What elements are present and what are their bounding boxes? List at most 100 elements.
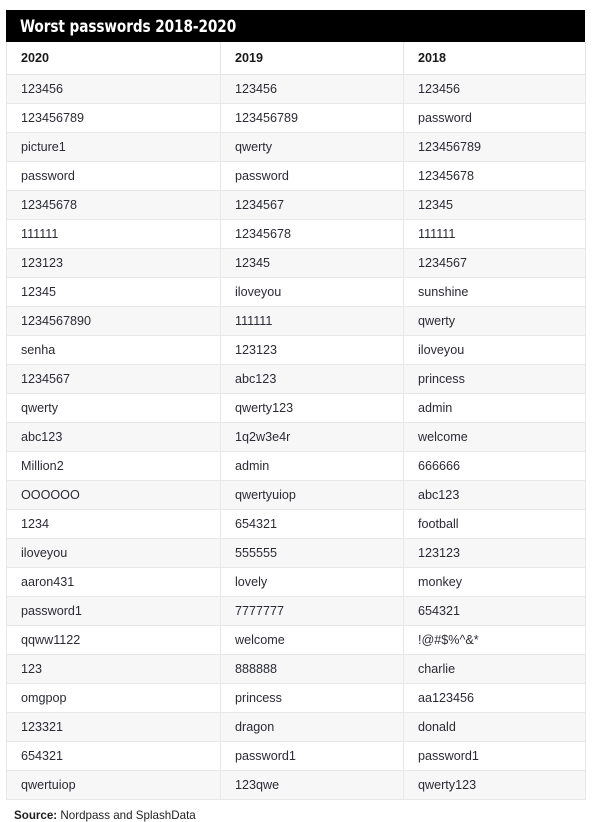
cell-2020: 1234 <box>6 509 221 539</box>
source-text: Nordpass and SplashData <box>57 809 196 822</box>
cell-2020: password1 <box>6 596 221 626</box>
source-note: Source: Nordpass and SplashData <box>6 809 585 822</box>
cell-2019: 654321 <box>220 509 404 539</box>
cell-2019: qwerty123 <box>220 393 404 423</box>
cell-2018: admin <box>403 393 586 423</box>
cell-2018: sunshine <box>403 277 586 307</box>
cell-2019: qwerty <box>220 132 404 162</box>
table-header: 2020 2019 2018 <box>6 42 586 75</box>
table-row: 123123 12345 1234567 <box>6 248 586 278</box>
cell-2019: abc123 <box>220 364 404 394</box>
cell-2020: password <box>6 161 221 191</box>
cell-2018: aa123456 <box>403 683 586 713</box>
cell-2019: password <box>220 161 404 191</box>
cell-2018: 1234567 <box>403 248 586 278</box>
cell-2020: 123456789 <box>6 103 221 133</box>
cell-2020: 654321 <box>6 741 221 771</box>
cell-2019: 123123 <box>220 335 404 365</box>
table-row: 123456789 123456789 password <box>6 103 586 133</box>
source-label: Source: <box>14 809 58 822</box>
cell-2018: 12345678 <box>403 161 586 191</box>
cell-2019: 111111 <box>220 306 404 336</box>
column-header-2018: 2018 <box>403 42 586 75</box>
cell-2019: 1q2w3e4r <box>220 422 404 452</box>
cell-2020: Million2 <box>6 451 221 481</box>
cell-2019: 123456 <box>220 74 404 104</box>
cell-2018: !@#$%^&* <box>403 625 586 655</box>
cell-2019: lovely <box>220 567 404 597</box>
cell-2020: 12345 <box>6 277 221 307</box>
cell-2018: charlie <box>403 654 586 684</box>
cell-2019: 12345678 <box>220 219 404 249</box>
table-row: 1234567890 111111 qwerty <box>6 306 586 336</box>
table-row: qqww1122 welcome !@#$%^&* <box>6 625 586 655</box>
cell-2019: princess <box>220 683 404 713</box>
cell-2020: 1234567890 <box>6 306 221 336</box>
table-row: 12345678 1234567 12345 <box>6 190 586 220</box>
table-row: password password 12345678 <box>6 161 586 191</box>
cell-2019: 888888 <box>220 654 404 684</box>
table-row: 123321 dragon donald <box>6 712 586 742</box>
table-row: 123 888888 charlie <box>6 654 586 684</box>
cell-2018: password1 <box>403 741 586 771</box>
table-row: OOOOOO qwertyuiop abc123 <box>6 480 586 510</box>
cell-2018: monkey <box>403 567 586 597</box>
cell-2020: picture1 <box>6 132 221 162</box>
cell-2018: qwerty123 <box>403 770 586 800</box>
cell-2020: 123 <box>6 654 221 684</box>
cell-2018: 111111 <box>403 219 586 249</box>
page-title: Worst passwords 2018-2020 <box>20 16 237 36</box>
cell-2020: aaron431 <box>6 567 221 597</box>
worst-passwords-table: 2020 2019 2018 123456 123456 123456 1234… <box>6 42 586 800</box>
table-header-row: 2020 2019 2018 <box>6 42 586 75</box>
cell-2019: qwertyuiop <box>220 480 404 510</box>
table-row: 123456 123456 123456 <box>6 74 586 104</box>
cell-2020: 111111 <box>6 219 221 249</box>
cell-2018: 123123 <box>403 538 586 568</box>
cell-2019: password1 <box>220 741 404 771</box>
cell-2019: welcome <box>220 625 404 655</box>
cell-2020: 12345678 <box>6 190 221 220</box>
cell-2020: qqww1122 <box>6 625 221 655</box>
cell-2018: princess <box>403 364 586 394</box>
cell-2020: 1234567 <box>6 364 221 394</box>
cell-2020: 123456 <box>6 74 221 104</box>
cell-2019: 7777777 <box>220 596 404 626</box>
table-row: omgpop princess aa123456 <box>6 683 586 713</box>
table-row: abc123 1q2w3e4r welcome <box>6 422 586 452</box>
cell-2020: abc123 <box>6 422 221 452</box>
table-row: qwerty qwerty123 admin <box>6 393 586 423</box>
table-row: senha 123123 iloveyou <box>6 335 586 365</box>
cell-2018: football <box>403 509 586 539</box>
cell-2020: iloveyou <box>6 538 221 568</box>
cell-2019: 555555 <box>220 538 404 568</box>
cell-2019: dragon <box>220 712 404 742</box>
table-row: 111111 12345678 111111 <box>6 219 586 249</box>
table-row: 12345 iloveyou sunshine <box>6 277 586 307</box>
page-root: Worst passwords 2018-2020 2020 2019 2018… <box>0 0 598 822</box>
table-row: 1234567 abc123 princess <box>6 364 586 394</box>
table-row: 654321 password1 password1 <box>6 741 586 771</box>
cell-2018: 12345 <box>403 190 586 220</box>
cell-2019: iloveyou <box>220 277 404 307</box>
table-body: 123456 123456 123456 123456789 123456789… <box>6 74 586 800</box>
cell-2020: qwerty <box>6 393 221 423</box>
cell-2020: 123123 <box>6 248 221 278</box>
table-row: qwertuiop 123qwe qwerty123 <box>6 770 586 800</box>
cell-2020: senha <box>6 335 221 365</box>
cell-2018: donald <box>403 712 586 742</box>
cell-2019: admin <box>220 451 404 481</box>
cell-2018: qwerty <box>403 306 586 336</box>
column-header-2019: 2019 <box>220 42 404 75</box>
table-row: password1 7777777 654321 <box>6 596 586 626</box>
cell-2020: OOOOOO <box>6 480 221 510</box>
cell-2018: 654321 <box>403 596 586 626</box>
passwords-table-card: Worst passwords 2018-2020 2020 2019 2018… <box>6 10 586 822</box>
cell-2018: welcome <box>403 422 586 452</box>
table-row: Million2 admin 666666 <box>6 451 586 481</box>
cell-2019: 1234567 <box>220 190 404 220</box>
cell-2018: 123456 <box>403 74 586 104</box>
cell-2018: iloveyou <box>403 335 586 365</box>
cell-2020: 123321 <box>6 712 221 742</box>
cell-2019: 123qwe <box>220 770 404 800</box>
